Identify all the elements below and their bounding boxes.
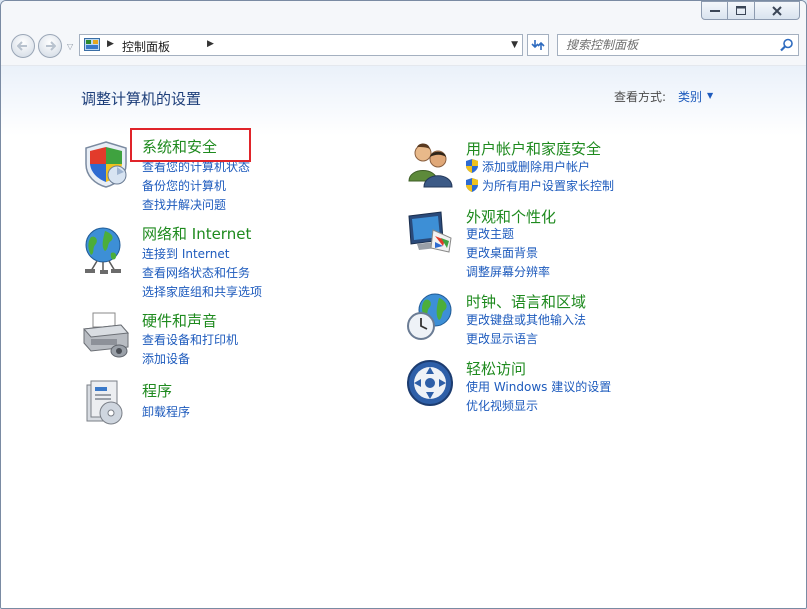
monitor-paint-icon[interactable]	[405, 208, 455, 258]
maximize-icon	[736, 6, 746, 15]
address-bar[interactable]: ▶ 控制面板 ▶ ▼	[79, 34, 523, 56]
content-area: 调整计算机的设置 查看方式: 类别 ▼ 系统和安全 查看您的计算机状态 备份您的…	[1, 66, 806, 608]
breadcrumb-expand-icon[interactable]: ▶	[207, 39, 214, 49]
breadcrumb-separator-icon[interactable]: ▶	[107, 39, 114, 49]
title-bar	[1, 1, 806, 29]
search-box[interactable]	[557, 34, 799, 56]
page-title: 调整计算机的设置	[81, 90, 202, 108]
category-title-network-internet[interactable]: 网络和 Internet	[142, 223, 251, 244]
minimize-button[interactable]	[701, 1, 728, 20]
clock-globe-icon[interactable]	[405, 292, 455, 342]
address-dropdown-icon[interactable]: ▼	[511, 40, 518, 50]
back-arrow-icon	[17, 41, 27, 51]
shield-icon[interactable]	[81, 139, 131, 189]
link-adjust-resolution[interactable]: 调整屏幕分辨率	[466, 263, 550, 280]
caption-buttons	[701, 1, 800, 20]
view-by-chevron-icon[interactable]: ▼	[707, 91, 713, 100]
recent-pages-dropdown[interactable]: ▽	[67, 42, 73, 51]
breadcrumb-control-panel[interactable]: 控制面板	[122, 38, 170, 55]
category-title-ease-of-access[interactable]: 轻松访问	[466, 358, 526, 379]
refresh-button[interactable]	[527, 34, 549, 56]
view-by-dropdown[interactable]: 类别	[678, 88, 702, 105]
forward-button[interactable]	[38, 34, 62, 58]
minimize-icon	[709, 9, 720, 12]
category-title-user-accounts[interactable]: 用户帐户和家庭安全	[466, 138, 601, 159]
link-backup-computer[interactable]: 备份您的计算机	[142, 177, 226, 194]
link-add-device[interactable]: 添加设备	[142, 350, 190, 367]
link-devices-printers[interactable]: 查看设备和打印机	[142, 331, 238, 348]
network-globe-icon[interactable]	[81, 225, 131, 275]
control-panel-window: ▽ ▶ 控制面板 ▶ ▼ 搜索控制面板 调整计算机的设置 查看方式: 类别 ▼ …	[0, 0, 807, 609]
link-network-status-tasks[interactable]: 查看网络状态和任务	[142, 264, 250, 281]
link-find-fix-problems[interactable]: 查找并解决问题	[142, 196, 226, 213]
link-connect-internet[interactable]: 连接到 Internet	[142, 245, 229, 262]
programs-icon[interactable]	[81, 377, 131, 427]
forward-arrow-icon	[46, 41, 56, 51]
search-icon[interactable]	[780, 38, 794, 52]
category-title-hardware-sound[interactable]: 硬件和声音	[142, 310, 217, 331]
link-homegroup-sharing[interactable]: 选择家庭组和共享选项	[142, 283, 262, 300]
highlight-annotation-box	[130, 128, 251, 162]
link-change-display-language[interactable]: 更改显示语言	[466, 330, 538, 347]
users-icon[interactable]	[405, 139, 455, 189]
refresh-icon	[531, 40, 545, 50]
navigation-bar: ▽ ▶ 控制面板 ▶ ▼	[1, 29, 806, 66]
link-optimize-visual-display[interactable]: 优化视频显示	[466, 397, 538, 414]
view-by-label: 查看方式:	[614, 90, 667, 104]
link-change-desktop-background[interactable]: 更改桌面背景	[466, 244, 538, 261]
search-input[interactable]	[566, 37, 766, 53]
uac-shield-icon	[466, 178, 478, 192]
control-panel-icon	[84, 38, 100, 51]
maximize-button[interactable]	[728, 1, 755, 20]
printer-icon[interactable]	[81, 309, 131, 359]
link-add-remove-accounts[interactable]: 添加或删除用户帐户	[482, 158, 590, 175]
link-change-theme[interactable]: 更改主题	[466, 225, 514, 242]
link-change-keyboard-input[interactable]: 更改键盘或其他输入法	[466, 311, 586, 328]
close-button[interactable]	[755, 1, 800, 20]
uac-shield-icon	[466, 159, 478, 173]
link-parental-controls[interactable]: 为所有用户设置家长控制	[482, 177, 614, 194]
category-title-appearance[interactable]: 外观和个性化	[466, 206, 556, 227]
ease-of-access-icon[interactable]	[405, 358, 455, 408]
back-button[interactable]	[11, 34, 35, 58]
link-uninstall-program[interactable]: 卸载程序	[142, 403, 190, 420]
close-icon	[772, 5, 782, 16]
link-windows-suggested-settings[interactable]: 使用 Windows 建议的设置	[466, 378, 611, 395]
category-title-programs[interactable]: 程序	[142, 380, 172, 401]
category-title-clock-language-region[interactable]: 时钟、语言和区域	[466, 291, 586, 312]
